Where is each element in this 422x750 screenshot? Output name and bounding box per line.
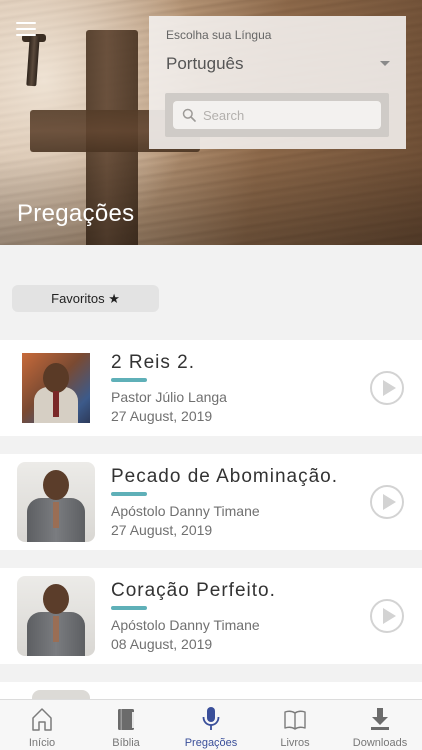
- favorites-button[interactable]: Favoritos ★: [12, 285, 159, 312]
- page-title: Pregações: [17, 200, 135, 227]
- language-panel: Escolha sua Língua Português: [149, 16, 406, 149]
- accent-bar: [111, 492, 147, 496]
- microphone-icon: [202, 707, 220, 730]
- search-input[interactable]: [203, 105, 373, 125]
- sermon-thumbnail: [22, 353, 90, 423]
- sermon-card[interactable]: Coração Perfeito. Apóstolo Danny Timane …: [0, 568, 422, 664]
- search-container: [165, 93, 389, 137]
- play-icon[interactable]: [370, 371, 404, 405]
- sermon-author: Apóstolo Danny Timane: [111, 617, 260, 633]
- language-select[interactable]: Português: [166, 54, 390, 78]
- bottom-navigation: Início Bíblia Pregações Livros Downloads: [0, 699, 422, 750]
- nav-item-pregacoes[interactable]: Pregações: [169, 700, 253, 750]
- language-selected-value: Português: [166, 54, 244, 73]
- play-icon[interactable]: [370, 485, 404, 519]
- play-icon[interactable]: [370, 599, 404, 633]
- sermon-title: 2 Reis 2.: [111, 352, 195, 373]
- nav-item-downloads[interactable]: Downloads: [338, 700, 422, 750]
- language-label: Escolha sua Língua: [166, 28, 272, 42]
- sermon-card[interactable]: 2 Reis 2. Pastor Júlio Langa 27 August, …: [0, 340, 422, 436]
- sermon-thumbnail: [17, 462, 95, 542]
- search-icon: [182, 108, 196, 122]
- sermon-date: 27 August, 2019: [111, 522, 213, 538]
- sermon-title: Pecado de Abominação.: [111, 466, 338, 487]
- nav-label: Início: [28, 737, 56, 749]
- header-banner: Pregações Escolha sua Língua Português: [0, 0, 422, 245]
- search-box[interactable]: [173, 101, 381, 129]
- sermon-card[interactable]: Pecado de Abominação. Apóstolo Danny Tim…: [0, 454, 422, 550]
- book-icon: [284, 710, 306, 730]
- download-icon: [371, 708, 389, 730]
- accent-bar: [111, 606, 147, 610]
- dropdown-caret-icon: [380, 61, 390, 66]
- nav-item-inicio[interactable]: Início: [0, 700, 84, 750]
- nav-item-livros[interactable]: Livros: [253, 700, 337, 750]
- nav-label: Bíblia: [112, 737, 140, 749]
- sermon-author: Apóstolo Danny Timane: [111, 503, 260, 519]
- sermon-thumbnail: [17, 576, 95, 656]
- nav-label: Downloads: [352, 737, 408, 749]
- nav-item-biblia[interactable]: Bíblia: [84, 700, 168, 750]
- nav-label: Livros: [280, 737, 310, 749]
- hamburger-icon[interactable]: [16, 22, 36, 36]
- sermon-author: Pastor Júlio Langa: [111, 389, 227, 405]
- sermon-title: Coração Perfeito.: [111, 580, 276, 601]
- accent-bar: [111, 378, 147, 382]
- sermon-date: 27 August, 2019: [111, 408, 213, 424]
- home-icon: [32, 708, 52, 731]
- bible-icon: [118, 709, 134, 730]
- nav-label: Pregações: [184, 737, 238, 749]
- sermon-date: 08 August, 2019: [111, 636, 213, 652]
